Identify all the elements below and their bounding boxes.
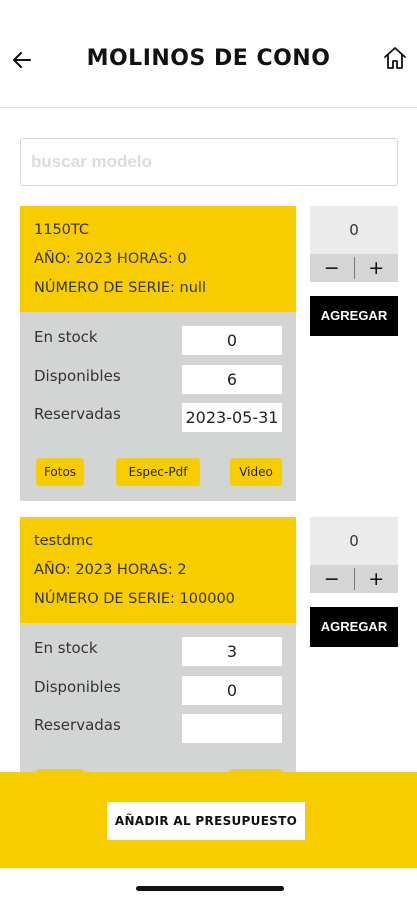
product-header: 1150TC AÑO: 2023 HORAS: 0 NÚMERO DE SERI… [20,206,296,312]
photos-button[interactable]: Fotos [36,458,84,486]
available-value: 6 [182,365,282,394]
product-year-hours: AÑO: 2023 HORAS: 2 [34,562,187,578]
add-to-budget-button[interactable]: AÑADIR AL PRESUPUESTO [107,802,305,840]
product-year-hours: AÑO: 2023 HORAS: 0 [34,251,187,267]
product-serial: NÚMERO DE SERIE: null [34,280,206,296]
decrement-button[interactable]: − [310,565,354,593]
quantity-stepper: 0 − + AGREGAR [310,206,398,336]
reserved-value: 2023-05-31 [182,403,282,432]
quantity-value: 0 [310,517,398,565]
available-label: Disponibles [34,367,121,385]
stock-value: 3 [182,637,282,666]
decrement-button[interactable]: − [310,254,354,282]
home-icon [384,47,406,69]
product-card: 1150TC AÑO: 2023 HORAS: 0 NÚMERO DE SERI… [20,206,296,501]
product-header: testdmc AÑO: 2023 HORAS: 2 NÚMERO DE SER… [20,517,296,623]
add-button[interactable]: AGREGAR [310,607,398,647]
product-model: 1150TC [34,222,90,238]
quantity-value: 0 [310,206,398,254]
product-card: testdmc AÑO: 2023 HORAS: 2 NÚMERO DE SER… [20,517,296,812]
product-serial: NÚMERO DE SERIE: 100000 [34,591,235,607]
add-button[interactable]: AGREGAR [310,296,398,336]
reserved-label: Reservadas [34,716,121,734]
product-model: testdmc [34,533,94,549]
spec-pdf-button[interactable]: Espec-Pdf [116,458,200,486]
search-input[interactable] [20,138,398,186]
stock-label: En stock [34,639,98,657]
back-button[interactable] [8,46,36,74]
increment-button[interactable]: + [355,254,399,282]
available-label: Disponibles [34,678,121,696]
stock-label: En stock [34,328,98,346]
footer-bar: AÑADIR AL PRESUPUESTO [0,772,417,868]
video-button[interactable]: Video [230,458,282,486]
home-indicator [136,886,284,891]
app-header: MOLINOS DE CONO [0,0,417,108]
reserved-label: Reservadas [34,405,121,423]
quantity-controls: − + [310,565,398,593]
reserved-value [182,714,282,743]
stock-value: 0 [182,326,282,355]
available-value: 0 [182,676,282,705]
page-title: MOLINOS DE CONO [86,46,331,71]
product-details: En stock 0 Disponibles 6 Reservadas 2023… [20,312,296,501]
home-button[interactable] [381,44,409,72]
increment-button[interactable]: + [355,565,399,593]
quantity-controls: − + [310,254,398,282]
quantity-stepper: 0 − + AGREGAR [310,517,398,647]
arrow-left-icon [13,52,31,68]
